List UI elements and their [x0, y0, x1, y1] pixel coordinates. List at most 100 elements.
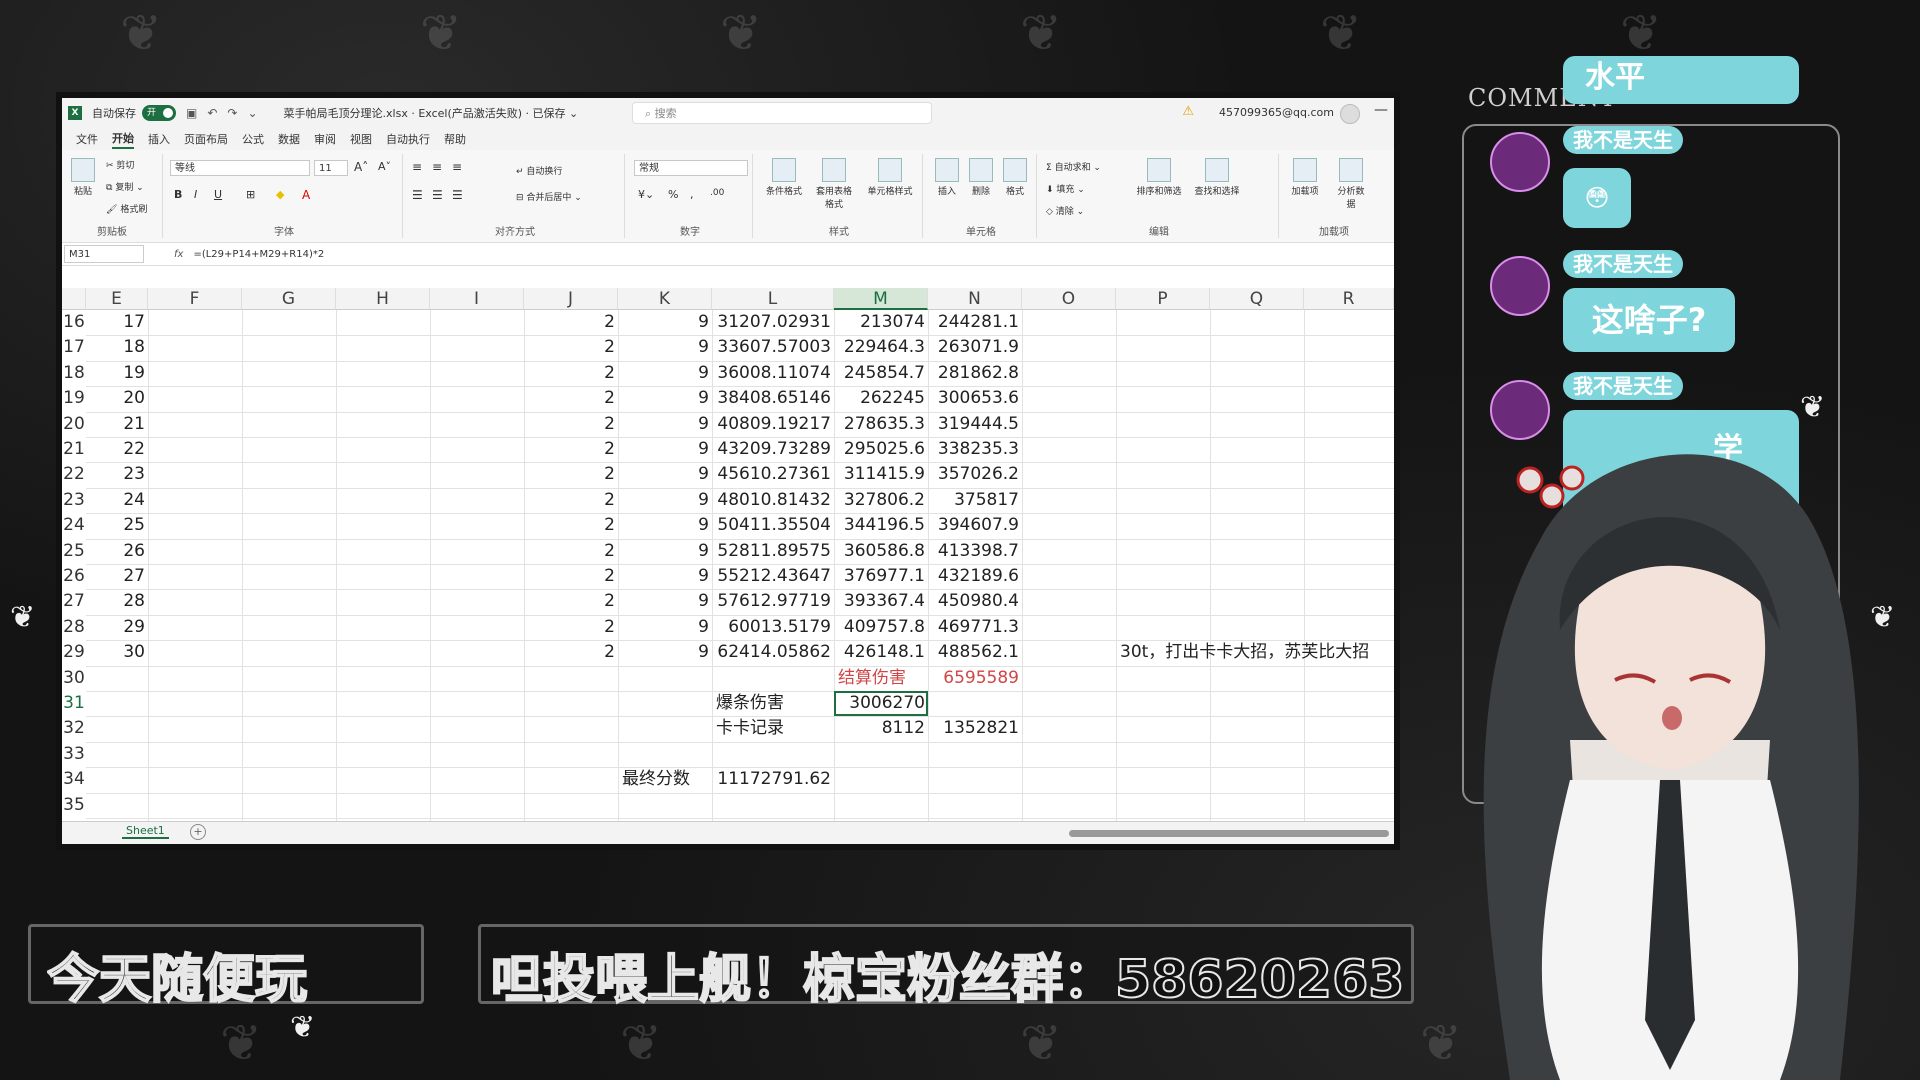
cell-E22[interactable]: 23 [86, 462, 148, 487]
column-header[interactable]: L [712, 288, 834, 310]
align-right-icon[interactable]: ☰ [452, 188, 463, 202]
cell-M16[interactable]: 213074 [834, 310, 928, 335]
row-header[interactable]: 24 [62, 513, 86, 538]
cell-N22[interactable]: 357026.2 [928, 462, 1022, 487]
cell-N25[interactable]: 413398.7 [928, 539, 1022, 564]
row-header[interactable]: 35 [62, 793, 86, 818]
customize-icon[interactable]: ⌄ [247, 106, 257, 120]
row-header[interactable]: 23 [62, 488, 86, 513]
cell-M27[interactable]: 393367.4 [834, 589, 928, 614]
menu-help[interactable]: 帮助 [444, 131, 466, 147]
cell-styles-button[interactable]: 单元格样式 [862, 158, 918, 197]
row-header[interactable]: 22 [62, 462, 86, 487]
increase-decimal-icon[interactable]: .00 [710, 188, 724, 198]
row-header[interactable]: 20 [62, 412, 86, 437]
cell-E25[interactable]: 26 [86, 539, 148, 564]
cell-L26[interactable]: 55212.43647 [712, 564, 834, 589]
cell-K23[interactable]: 9 [618, 488, 712, 513]
cell-N19[interactable]: 300653.6 [928, 386, 1022, 411]
cell-M26[interactable]: 376977.1 [834, 564, 928, 589]
insert-cells-button[interactable]: 插入 [932, 158, 962, 197]
row-header[interactable]: 21 [62, 437, 86, 462]
cut-button[interactable]: ✂ 剪切 [106, 158, 134, 171]
name-box[interactable]: M31 [64, 245, 144, 263]
menu-insert[interactable]: 插入 [148, 131, 170, 147]
minimize-button[interactable]: — [1374, 102, 1388, 118]
cell-K19[interactable]: 9 [618, 386, 712, 411]
cell-J27[interactable]: 2 [524, 589, 618, 614]
undo-icon[interactable]: ↶ [207, 106, 217, 120]
cell-K17[interactable]: 9 [618, 335, 712, 360]
column-header[interactable]: P [1116, 288, 1210, 310]
menu-home[interactable]: 开始 [112, 130, 134, 149]
horizontal-scrollbar[interactable] [1069, 830, 1389, 837]
cell-L19[interactable]: 38408.65146 [712, 386, 834, 411]
cell-E17[interactable]: 18 [86, 335, 148, 360]
cell-J20[interactable]: 2 [524, 412, 618, 437]
menu-page-layout[interactable]: 页面布局 [184, 131, 228, 147]
column-header[interactable]: O [1022, 288, 1116, 310]
column-header[interactable]: F [148, 288, 242, 310]
conditional-format-button[interactable]: 条件格式 [762, 158, 806, 197]
comma-icon[interactable]: , [690, 188, 694, 201]
copy-button[interactable]: ⧉ 复制 ⌄ [106, 180, 144, 193]
cell-J23[interactable]: 2 [524, 488, 618, 513]
font-color-icon[interactable]: A [302, 188, 310, 202]
find-select-button[interactable]: 查找和选择 [1190, 158, 1244, 197]
cell-K18[interactable]: 9 [618, 361, 712, 386]
clear-button[interactable]: ◇ 清除 ⌄ [1046, 204, 1084, 217]
row-header[interactable]: 28 [62, 615, 86, 640]
cell-N18[interactable]: 281862.8 [928, 361, 1022, 386]
account-email[interactable]: 457099365@qq.com [1219, 106, 1334, 119]
cell-K24[interactable]: 9 [618, 513, 712, 538]
cell-N17[interactable]: 263071.9 [928, 335, 1022, 360]
cell-L22[interactable]: 45610.27361 [712, 462, 834, 487]
font-size-select[interactable]: 11 [314, 160, 348, 176]
fx-icon[interactable]: fx [174, 249, 183, 260]
row-header[interactable]: 25 [62, 539, 86, 564]
menu-formulas[interactable]: 公式 [242, 131, 264, 147]
cell-E24[interactable]: 25 [86, 513, 148, 538]
cell-N27[interactable]: 450980.4 [928, 589, 1022, 614]
cell-E18[interactable]: 19 [86, 361, 148, 386]
cell-J26[interactable]: 2 [524, 564, 618, 589]
number-format-select[interactable]: 常规 [634, 160, 748, 176]
menu-review[interactable]: 审阅 [314, 131, 336, 147]
cell-L28[interactable]: 60013.5179 [712, 615, 834, 640]
cell-M19[interactable]: 262245 [834, 386, 928, 411]
cell-J17[interactable]: 2 [524, 335, 618, 360]
column-header[interactable]: Q [1210, 288, 1304, 310]
fill-button[interactable]: ⬇ 填充 ⌄ [1046, 182, 1085, 195]
cell-K26[interactable]: 9 [618, 564, 712, 589]
percent-icon[interactable]: % [668, 188, 678, 201]
formula-input[interactable]: =(L29+P14+M29+R14)*2 [193, 249, 324, 260]
account-avatar-icon[interactable] [1340, 104, 1360, 124]
cell-E19[interactable]: 20 [86, 386, 148, 411]
cell-L29[interactable]: 62414.05862 [712, 640, 834, 665]
row-header[interactable]: 26 [62, 564, 86, 589]
cell-N32[interactable]: 1352821 [928, 716, 1022, 741]
cell-J18[interactable]: 2 [524, 361, 618, 386]
underline-button[interactable]: U [214, 188, 222, 201]
menu-data[interactable]: 数据 [278, 131, 300, 147]
cell-L32[interactable]: 卡卡记录 [712, 716, 834, 741]
cell-L16[interactable]: 31207.02931 [712, 310, 834, 335]
row-header[interactable]: 27 [62, 589, 86, 614]
select-all-corner[interactable] [62, 288, 86, 310]
format-table-button[interactable]: 套用表格格式 [812, 158, 856, 210]
cell-N21[interactable]: 338235.3 [928, 437, 1022, 462]
cell-L18[interactable]: 36008.11074 [712, 361, 834, 386]
column-header[interactable]: G [242, 288, 336, 310]
cell-K21[interactable]: 9 [618, 437, 712, 462]
shrink-font-icon[interactable]: A˅ [378, 160, 391, 173]
active-cell-selection[interactable] [834, 691, 928, 717]
fill-color-icon[interactable]: ◆ [276, 188, 284, 201]
cell-M32[interactable]: 8112 [834, 716, 928, 741]
cell-N28[interactable]: 469771.3 [928, 615, 1022, 640]
cell-M23[interactable]: 327806.2 [834, 488, 928, 513]
row-header[interactable]: 32 [62, 716, 86, 741]
cell-M30[interactable]: 结算伤害 [834, 666, 928, 691]
cell-E27[interactable]: 28 [86, 589, 148, 614]
cell-N30[interactable]: 6595589 [928, 666, 1022, 691]
sheet-tab[interactable]: Sheet1 [122, 824, 169, 839]
